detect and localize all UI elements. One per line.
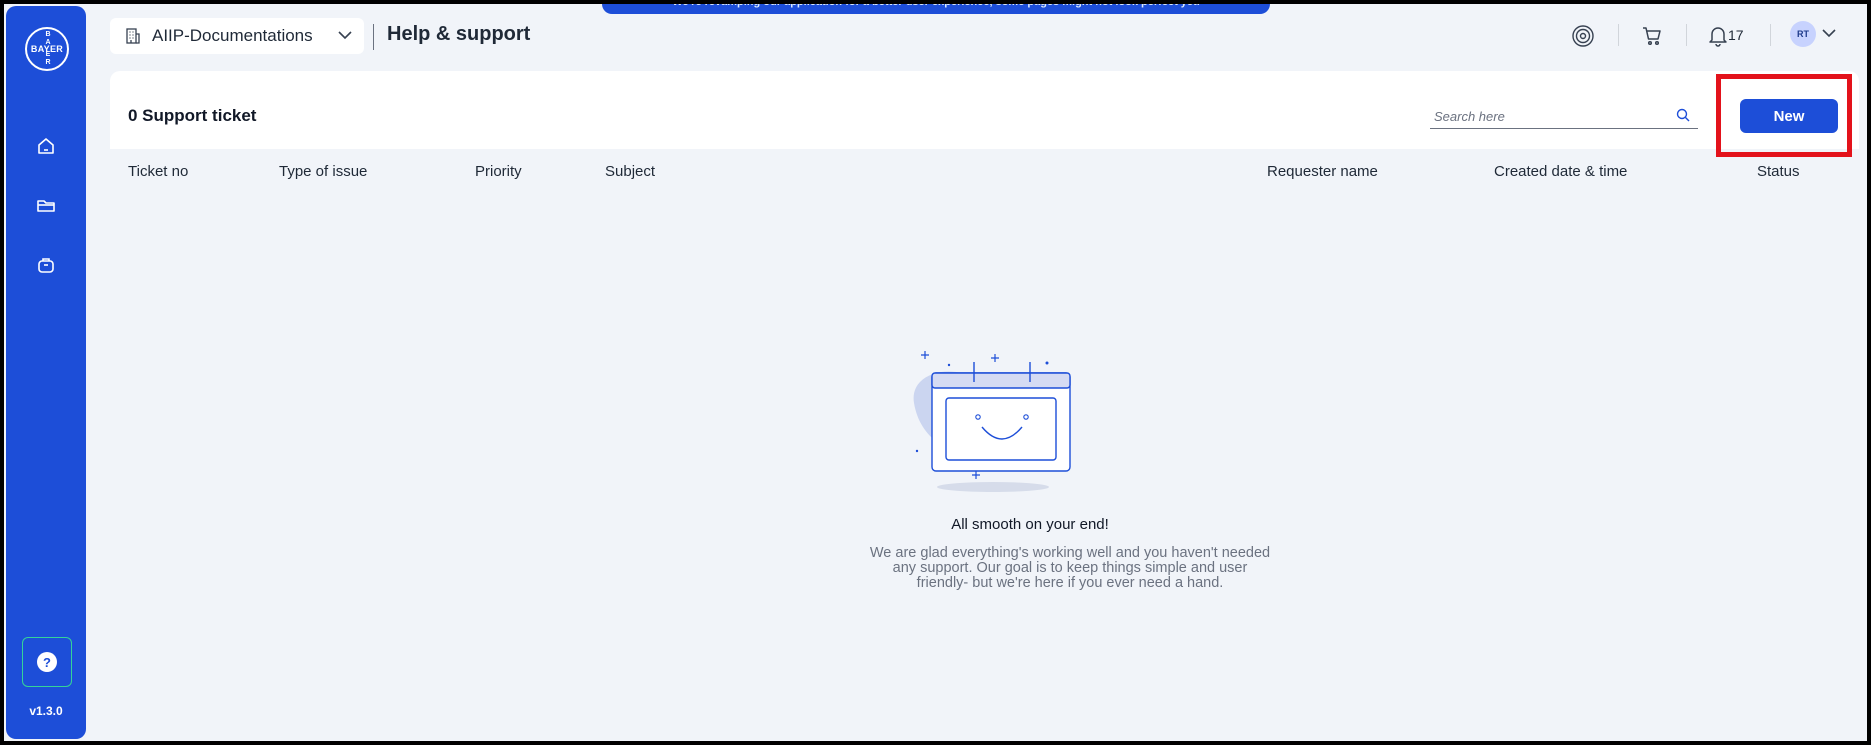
logo-vertical-top: B A [45, 31, 51, 46]
sidebar-item-bag[interactable] [34, 253, 58, 277]
app-window: We're revamping our application for a be… [4, 4, 1867, 741]
sidebar-item-home[interactable] [34, 134, 58, 158]
column-header-requester-name[interactable]: Requester name [1267, 163, 1378, 180]
workspace-selector[interactable]: AIIP-Documentations [110, 18, 364, 54]
column-header-priority[interactable]: Priority [475, 163, 522, 180]
bag-icon [38, 258, 54, 273]
header-separator [1686, 24, 1687, 46]
header-separator [1618, 24, 1619, 46]
empty-state-description-line: any support. Our goal is to keep things … [892, 560, 1248, 576]
empty-state-description-line: friendly- but we're here if you ever nee… [916, 575, 1224, 591]
sidebar-item-folders[interactable] [34, 193, 58, 217]
column-header-subject[interactable]: Subject [605, 163, 655, 180]
column-header-created-date[interactable]: Created date & time [1494, 163, 1627, 180]
header-divider [373, 24, 374, 50]
settings-button[interactable] [1569, 22, 1597, 50]
search-input[interactable] [1430, 105, 1670, 127]
app-version: v1.3.0 [29, 704, 63, 718]
new-ticket-button[interactable]: New [1740, 99, 1838, 133]
cart-icon [1643, 27, 1661, 46]
help-icon: ? [37, 652, 57, 672]
bell-icon [1709, 27, 1727, 47]
sidebar: B A BAYER E R ? v1.3.0 [6, 6, 86, 739]
building-icon [126, 28, 140, 44]
page-title: Help & support [387, 23, 531, 45]
workspace-name: AIIP-Documentations [152, 26, 313, 45]
ticket-count: 0 Support ticket [128, 106, 257, 125]
cart-button[interactable] [1638, 22, 1666, 50]
empty-state-description-line: We are glad everything's working well an… [869, 545, 1271, 561]
avatar[interactable]: RT [1790, 21, 1816, 47]
home-icon [38, 138, 54, 154]
empty-state-title: All smooth on your end! [951, 516, 1109, 533]
search-box [1430, 105, 1698, 129]
panel-header: 0 Support ticket New [110, 71, 1859, 157]
column-header-ticket-no[interactable]: Ticket no [128, 163, 188, 180]
column-header-status[interactable]: Status [1757, 163, 1800, 180]
column-header-type-of-issue[interactable]: Type of issue [279, 163, 367, 180]
notification-count: 17 [1728, 27, 1744, 43]
announcement-banner: We're revamping our application for a be… [602, 4, 1270, 14]
empty-state-illustration [913, 351, 1071, 492]
empty-state-description: We are glad everything's working well an… [850, 546, 1290, 591]
search-icon[interactable] [1676, 108, 1690, 122]
header-separator [1770, 24, 1771, 46]
chevron-down-icon [338, 31, 352, 40]
gear-icon [1572, 25, 1594, 47]
help-button[interactable]: ? [22, 637, 72, 687]
support-tickets-panel: 0 Support ticket New Ticket no Type of i… [110, 71, 1859, 741]
logo-vertical-bottom: E R [45, 51, 51, 66]
folder-icon [37, 200, 55, 212]
bayer-logo[interactable]: B A BAYER E R [25, 27, 69, 71]
chevron-down-icon[interactable] [1822, 28, 1836, 38]
